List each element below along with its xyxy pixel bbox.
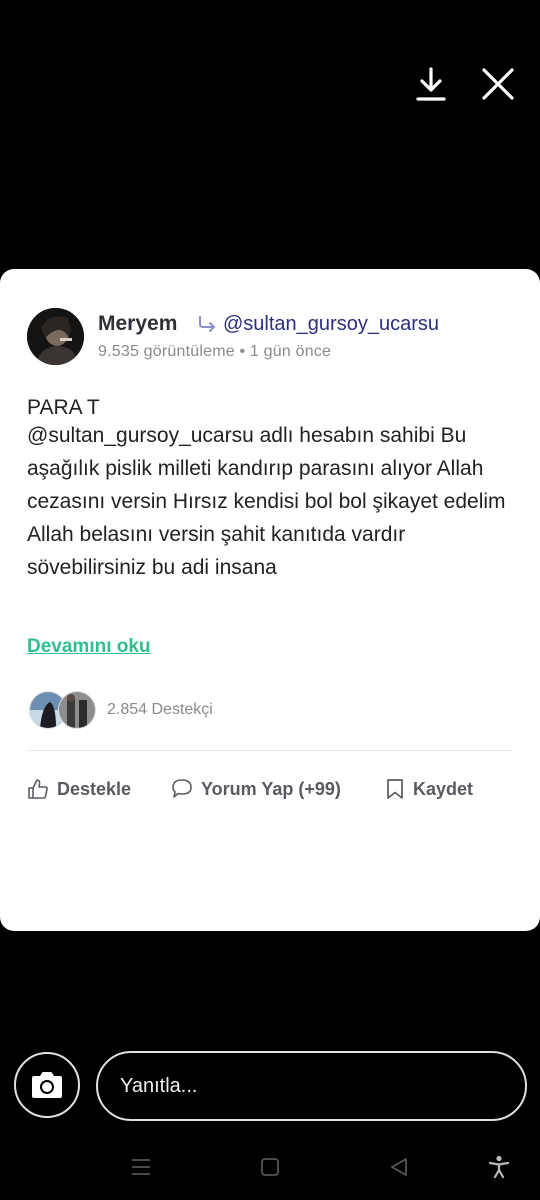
support-label: Destekle	[57, 778, 132, 799]
accessibility-icon	[488, 1155, 510, 1179]
post-card: Meryem @sultan_gursoy_ucarsu 9.535 görün…	[0, 269, 540, 931]
bookmark-icon	[387, 779, 403, 799]
post-meta: 9.535 görüntüleme • 1 gün önce	[98, 343, 332, 360]
comment-label: Yorum Yap (+99)	[201, 778, 341, 799]
save-button[interactable]: Kaydet	[385, 778, 473, 800]
home-button[interactable]	[257, 1154, 283, 1180]
author-name[interactable]: Meryem	[98, 312, 177, 336]
back-button[interactable]	[386, 1154, 412, 1180]
accessibility-button[interactable]	[486, 1154, 512, 1180]
menu-icon	[132, 1159, 150, 1175]
supporter-count: 2.854 Destekçi	[107, 701, 213, 718]
post-title: PARA T	[27, 396, 100, 419]
supporter-avatar	[58, 691, 96, 729]
share-arrow-icon	[199, 316, 215, 332]
home-square-icon	[261, 1158, 279, 1176]
close-icon	[482, 68, 514, 100]
divider	[27, 750, 513, 751]
back-triangle-icon	[391, 1158, 407, 1176]
recent-apps-button[interactable]	[128, 1154, 154, 1180]
author-avatar[interactable]	[27, 308, 84, 365]
read-more-link[interactable]: Devamını oku	[27, 636, 151, 658]
comment-icon	[172, 779, 192, 798]
support-button[interactable]: Destekle	[27, 778, 131, 800]
download-button[interactable]	[411, 64, 451, 104]
reply-input[interactable]	[96, 1051, 527, 1121]
camera-button[interactable]	[14, 1052, 80, 1118]
thumbs-up-icon	[28, 779, 48, 799]
comment-button[interactable]: Yorum Yap (+99)	[171, 778, 341, 800]
download-icon	[416, 67, 446, 101]
recipient-handle[interactable]: @sultan_gursoy_ucarsu	[223, 313, 439, 336]
post-body: @sultan_gursoy_ucarsu adlı hesabın sahib…	[27, 424, 506, 579]
close-button[interactable]	[478, 64, 518, 104]
camera-icon	[32, 1072, 62, 1098]
save-label: Kaydet	[413, 778, 474, 799]
